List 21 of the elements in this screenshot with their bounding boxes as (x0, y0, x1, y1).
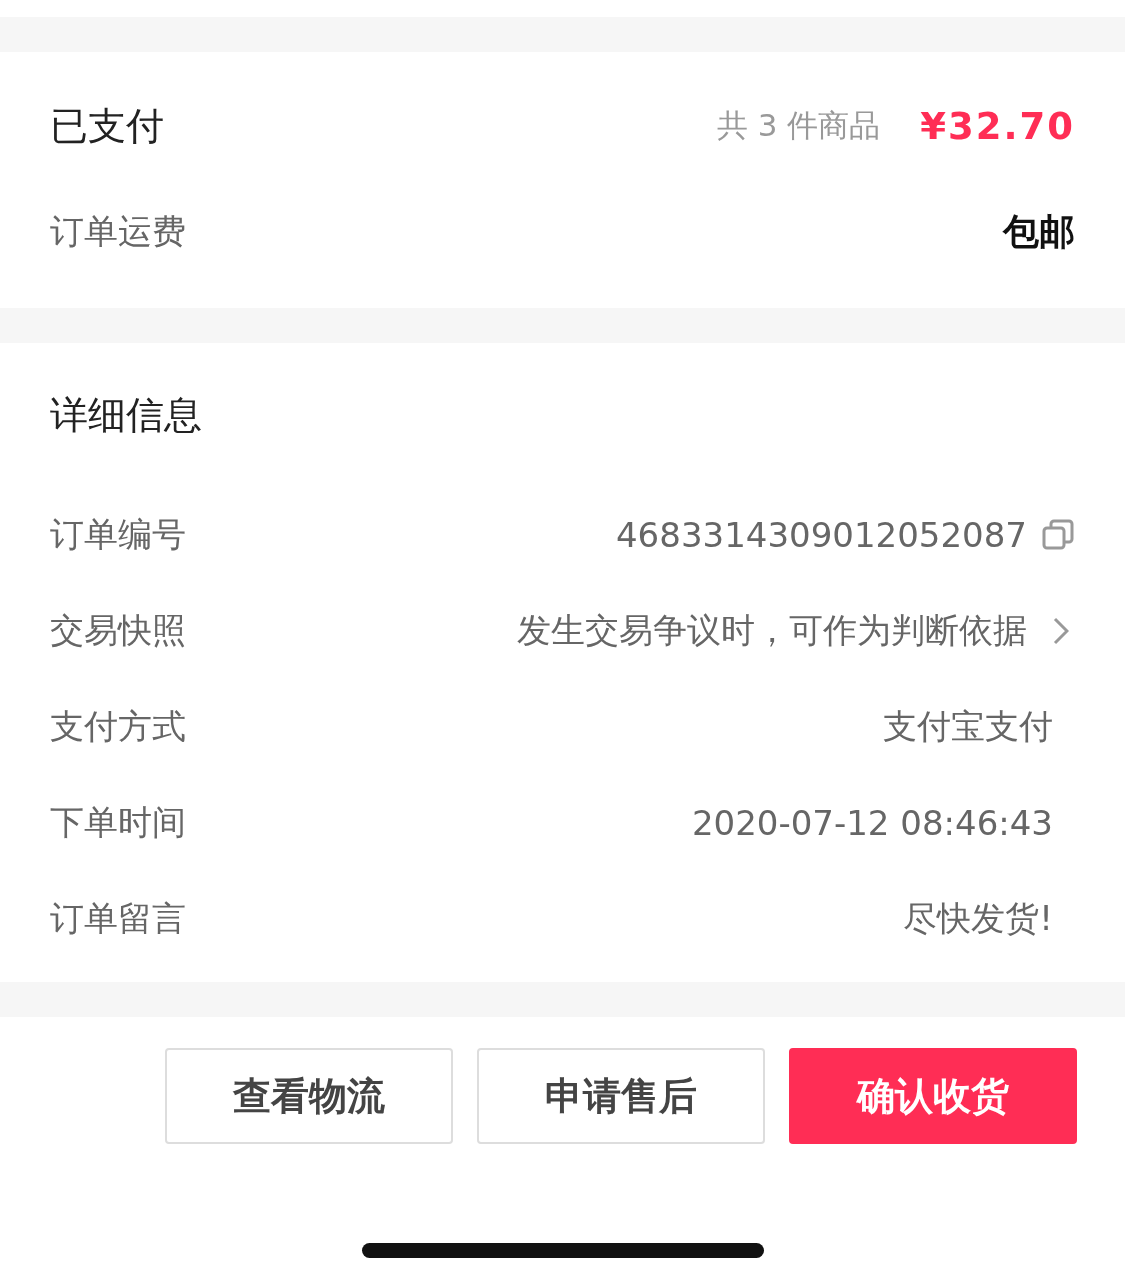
shipping-value: 包邮 (1003, 209, 1075, 254)
row-label: 支付方式 (50, 705, 186, 748)
order-status: 已支付 (50, 102, 164, 150)
snapshot-link[interactable]: 发生交易争议时，可作为判断依据 (517, 608, 1027, 654)
section-title: 详细信息 (50, 392, 203, 439)
chevron-right-icon[interactable] (1053, 617, 1069, 645)
action-button[interactable]: 查看物流 (165, 1048, 453, 1144)
row-value: 尽快发货! (903, 897, 1053, 940)
row-value: 2020-07-12 08:46:43 (691, 803, 1053, 843)
action-button[interactable]: 确认收货 (789, 1048, 1077, 1144)
row-label: 订单编号 (50, 513, 186, 556)
item-count: 共 3 件商品 (716, 106, 881, 145)
total-price: ¥32.70 (920, 104, 1075, 148)
action-button[interactable]: 申请售后 (477, 1048, 765, 1144)
row-label: 交易快照 (50, 609, 186, 652)
row-label: 下单时间 (50, 801, 186, 844)
row-value: 支付宝支付 (883, 705, 1053, 748)
row-label: 订单运费 (50, 210, 186, 253)
row-value: 4683314309012052087 (616, 515, 1027, 555)
row-label: 订单留言 (50, 897, 186, 940)
copy-icon[interactable] (1041, 518, 1075, 552)
